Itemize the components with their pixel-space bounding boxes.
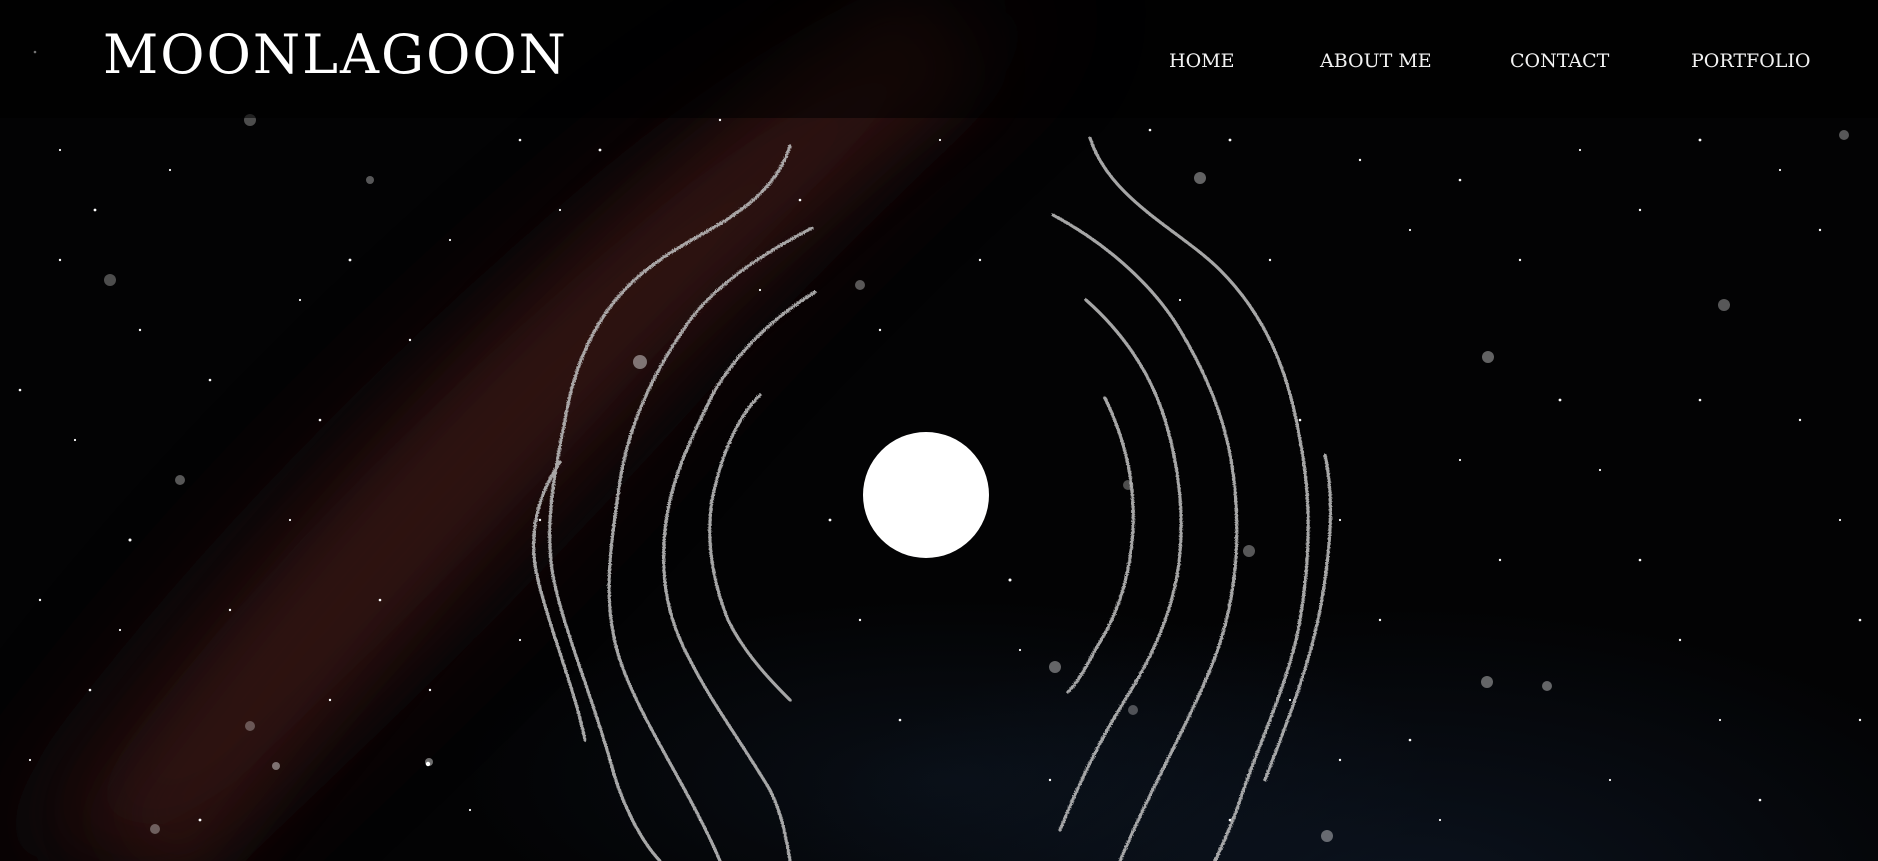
nav-link-portfolio[interactable]: PORTFOLIO [1691, 48, 1810, 78]
nav-link-home[interactable]: HOME [1169, 48, 1234, 78]
ripple-lines-right [1051, 136, 1332, 861]
milky-way-band [0, 0, 1060, 861]
nav-link-about-me[interactable]: ABOUT ME [1320, 48, 1432, 78]
hero-page: MOONLAGOON HOME ABOUT ME CONTACT PORTFOL… [0, 0, 1878, 861]
moon [863, 432, 989, 558]
nav-link-contact[interactable]: CONTACT [1510, 48, 1609, 78]
site-logo[interactable]: MOONLAGOON [103, 22, 568, 88]
ripple-lines-left [532, 144, 817, 861]
starfield [18, 50, 1862, 842]
moon-illustration [532, 136, 1332, 861]
site-header: MOONLAGOON HOME ABOUT ME CONTACT PORTFOL… [0, 0, 1878, 118]
